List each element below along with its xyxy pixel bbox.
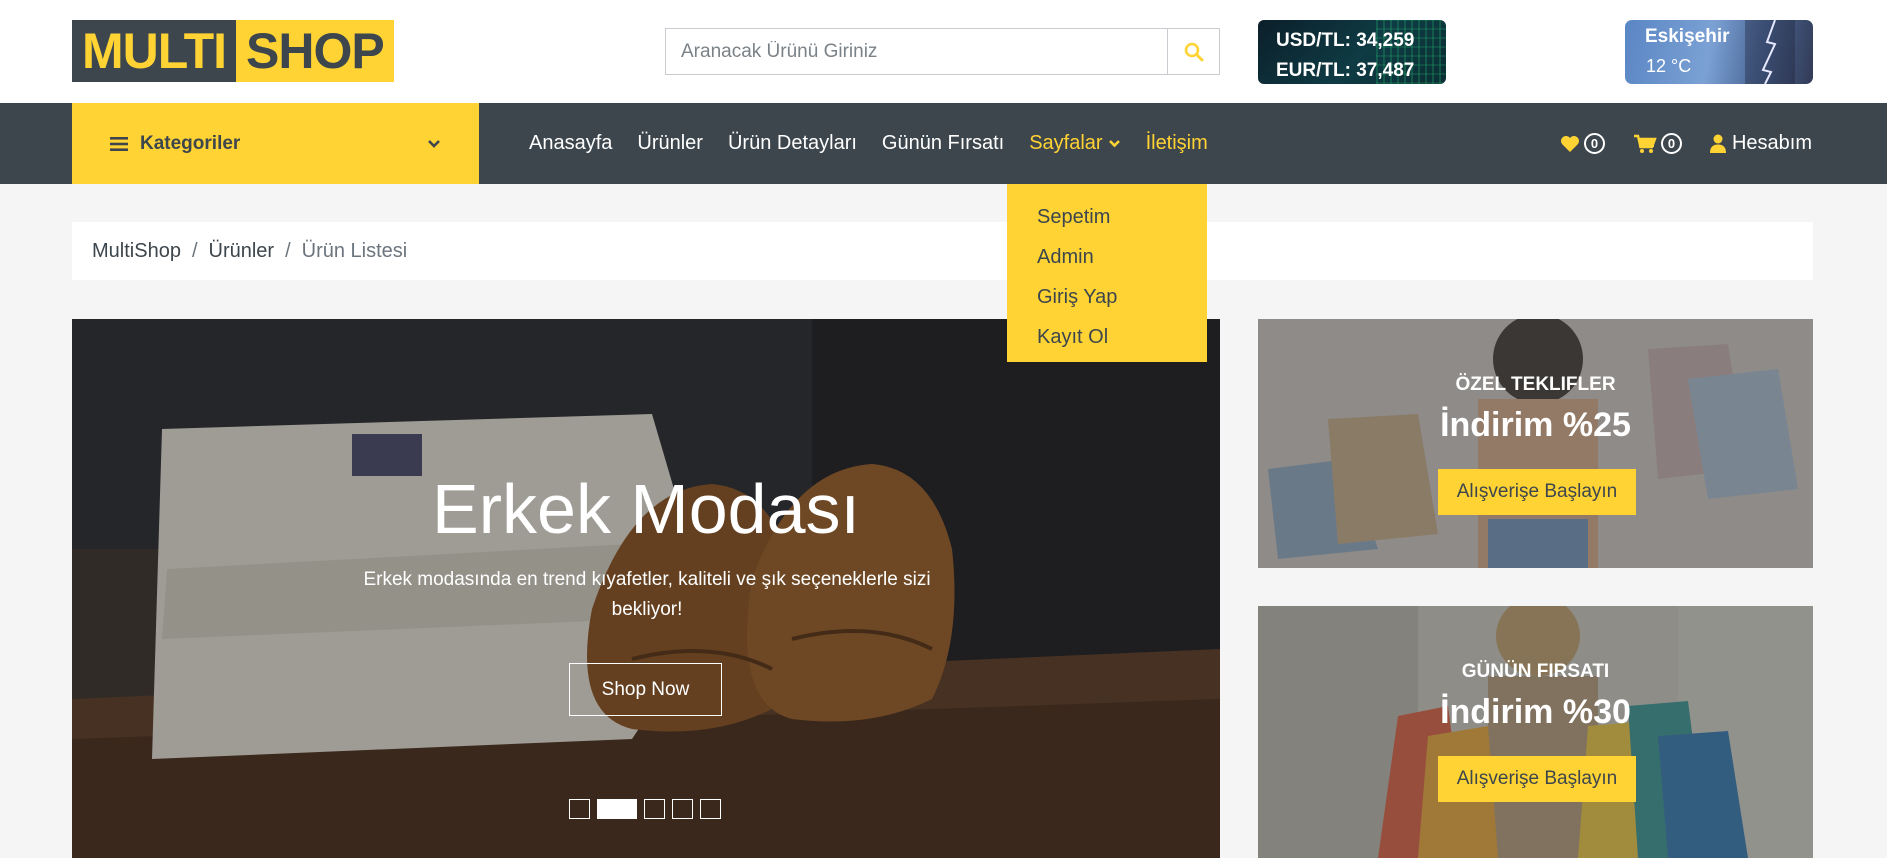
- search-form: [665, 28, 1220, 75]
- hero-title: Erkek Modası: [432, 470, 860, 548]
- dropdown-item-admin[interactable]: Admin: [1037, 240, 1207, 280]
- carousel-indicator[interactable]: [569, 799, 590, 819]
- carousel-indicator[interactable]: [644, 799, 665, 819]
- wishlist-link[interactable]: 0: [1560, 133, 1605, 154]
- hero-subtitle: Erkek modasında en trend kıyafetler, kal…: [363, 569, 931, 620]
- bars-icon: [110, 136, 128, 151]
- search-icon: [1184, 42, 1203, 61]
- nav-link-urunler[interactable]: Ürünler: [637, 132, 703, 155]
- promo-card-special-offers: ÖZEL TEKLIFLER İndirim %25 Alışverişe Ba…: [1258, 319, 1813, 568]
- wishlist-count: 0: [1583, 133, 1605, 154]
- hero-carousel: Erkek Modası Erkek modasında en trend kı…: [72, 319, 1220, 858]
- nav-link-anasayfa[interactable]: Anasayfa: [529, 132, 612, 155]
- breadcrumb-current: Ürün Listesi: [301, 239, 408, 262]
- weather-city: Eskişehir: [1645, 26, 1730, 47]
- account-link[interactable]: Hesabım: [1709, 132, 1812, 155]
- breadcrumb: MultiShop / Ürünler / Ürün Listesi: [72, 222, 1813, 280]
- promo-card-deal-of-the-day: GÜNÜN FIRSATI İndirim %30 Alışverişe Baş…: [1258, 606, 1813, 858]
- sayfalar-dropdown: Sepetim Admin Giriş Yap Kayıt Ol: [1007, 184, 1207, 362]
- nav-link-iletisim[interactable]: İletişim: [1146, 132, 1208, 155]
- chevron-down-icon: [428, 139, 440, 148]
- promo-kicker: ÖZEL TEKLIFLER: [1455, 374, 1616, 395]
- promo-overlay: [1258, 606, 1813, 858]
- promo-shop-button[interactable]: Alışverişe Başlayın: [1438, 756, 1636, 802]
- search-button[interactable]: [1167, 29, 1219, 74]
- nav-link-sayfalar-label: Sayfalar: [1029, 132, 1103, 154]
- heart-icon: [1560, 135, 1579, 152]
- carousel-indicators: [569, 799, 728, 819]
- logo-part-1: MULTI: [72, 20, 237, 82]
- top-bar: MULTI SHOP USD/TL: 34,259 EUR/TL: 37,487…: [0, 0, 1887, 103]
- breadcrumb-urunler[interactable]: Ürünler: [209, 240, 275, 263]
- dropdown-item-giris-yap[interactable]: Giriş Yap: [1037, 280, 1207, 320]
- nav-link-urun-detaylari[interactable]: Ürün Detayları: [728, 132, 857, 155]
- weather-temp: 12 °C: [1646, 56, 1692, 76]
- account-label: Hesabım: [1731, 132, 1812, 154]
- main-navbar: Kategoriler Anasayfa Ürünler Ürün Detayl…: [0, 103, 1887, 184]
- dropdown-item-sepetim[interactable]: Sepetim: [1037, 200, 1207, 240]
- nav-menu: Anasayfa Ürünler Ürün Detayları Günün Fı…: [529, 103, 1233, 184]
- nav-link-sayfalar[interactable]: Sayfalar: [1029, 132, 1120, 155]
- promo-headline: İndirim %25: [1440, 406, 1631, 444]
- eur-rate: EUR/TL: 37,487: [1276, 60, 1415, 81]
- user-icon: [1709, 134, 1726, 153]
- logo-part-2: SHOP: [236, 20, 394, 82]
- site-logo[interactable]: MULTI SHOP: [72, 20, 394, 82]
- carousel-indicator-active[interactable]: [597, 799, 637, 819]
- hero-shop-now-button[interactable]: Shop Now: [569, 663, 722, 716]
- search-input[interactable]: [666, 29, 1167, 74]
- cart-count: 0: [1660, 133, 1682, 154]
- categories-toggle[interactable]: Kategoriler: [72, 103, 479, 184]
- promo-headline: İndirim %30: [1440, 693, 1631, 731]
- usd-rate: USD/TL: 34,259: [1276, 30, 1415, 51]
- carousel-indicator[interactable]: [672, 799, 693, 819]
- promo-kicker: GÜNÜN FIRSATI: [1461, 661, 1610, 682]
- breadcrumb-home[interactable]: MultiShop: [92, 240, 181, 263]
- nav-user-actions: 0 0 Hesabım: [1532, 103, 1812, 184]
- cart-link[interactable]: 0: [1633, 133, 1682, 154]
- weather-widget: Eskişehir 12 °C: [1625, 20, 1813, 84]
- cart-icon: [1633, 134, 1657, 153]
- dropdown-item-kayit-ol[interactable]: Kayıt Ol: [1037, 320, 1207, 360]
- carousel-indicator[interactable]: [700, 799, 721, 819]
- promo-shop-button[interactable]: Alışverişe Başlayın: [1438, 469, 1636, 515]
- chevron-down-icon: [1108, 139, 1120, 147]
- lightning-icon: [1745, 20, 1795, 84]
- currency-widget: USD/TL: 34,259 EUR/TL: 37,487: [1258, 20, 1446, 84]
- categories-label: Kategoriler: [140, 132, 241, 154]
- breadcrumb-separator: /: [285, 239, 291, 262]
- nav-link-gunun-firsati[interactable]: Günün Fırsatı: [882, 132, 1004, 155]
- breadcrumb-separator: /: [191, 239, 198, 262]
